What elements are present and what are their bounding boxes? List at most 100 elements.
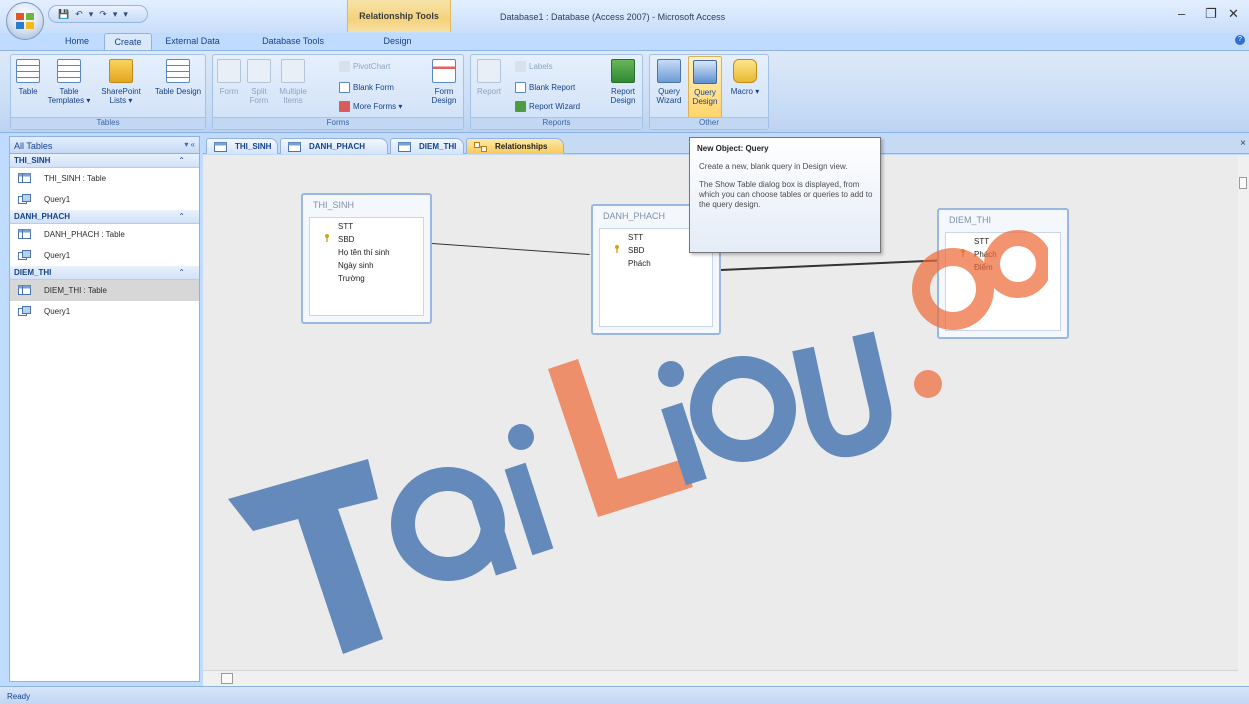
table-box-diem-thi[interactable]: DIEM_THI STT Phách Điểm (937, 208, 1069, 339)
minimize-icon[interactable]: – (1178, 6, 1185, 21)
blank-report-button[interactable]: Blank Report (515, 82, 575, 93)
scroll-thumb[interactable] (221, 673, 233, 684)
multiple-items-button[interactable]: Multiple Items (276, 59, 310, 105)
multiple-items-label: Multiple Items (279, 87, 307, 105)
report-icon (477, 59, 501, 83)
tab-home[interactable]: Home (56, 33, 98, 50)
nav-group-diem-thi[interactable]: DIEM_THI ⌃ (10, 266, 199, 280)
tab-create[interactable]: Create (104, 33, 152, 50)
field-stt[interactable]: STT (974, 237, 989, 246)
nav-item-thi-sinh-table[interactable]: THI_SINH : Table (10, 168, 199, 189)
query-wizard-button[interactable]: Query Wizard (653, 59, 685, 105)
field-phach[interactable]: Phách (974, 250, 997, 259)
close-icon[interactable]: ✕ (1228, 6, 1239, 22)
restore-icon[interactable]: ❐ (1205, 6, 1217, 22)
table-icon (18, 285, 31, 295)
field-sbd[interactable]: SBD (628, 246, 644, 255)
macro-button[interactable]: Macro ▾ (728, 59, 762, 96)
primary-key-icon (325, 234, 329, 242)
nav-group-danh-phach[interactable]: DANH_PHACH ⌃ (10, 210, 199, 224)
quick-access-toolbar: 💾 ↶ ▾ ↷ ▾ ▾ (48, 5, 148, 23)
field-stt[interactable]: STT (628, 233, 643, 242)
more-forms-label: More Forms ▾ (353, 102, 403, 111)
collapse-icon[interactable]: ⌃ (178, 156, 185, 165)
close-document-icon[interactable]: × (1240, 138, 1246, 149)
tab-design[interactable]: Design (370, 33, 425, 50)
pivotchart-button[interactable]: PivotChart (339, 61, 390, 72)
query-wizard-icon (657, 59, 681, 83)
labels-button[interactable]: Labels (515, 61, 553, 72)
collapse-icon[interactable]: ⌃ (178, 268, 185, 277)
doc-tab-label: Relationships (495, 142, 548, 151)
customize-qat-icon[interactable]: ▾ (123, 9, 128, 20)
blank-report-label: Blank Report (529, 83, 576, 92)
title-bar: 💾 ↶ ▾ ↷ ▾ ▾ Relationship Tools Database1… (0, 0, 1249, 40)
context-tools-label: Relationship Tools (359, 11, 439, 21)
blank-form-label: Blank Form (353, 83, 394, 92)
field-phach[interactable]: Phách (628, 259, 651, 268)
scroll-thumb[interactable] (1239, 177, 1247, 189)
field-sbd[interactable]: SBD (338, 235, 354, 244)
field-stt[interactable]: STT (338, 222, 353, 231)
form-button[interactable]: Form (216, 59, 242, 96)
tooltip-text-2: The Show Table dialog box is displayed, … (699, 180, 873, 209)
doc-tab-danh-phach[interactable]: DANH_PHACH (280, 138, 388, 154)
field-ho-ten-thi-sinh[interactable]: Họ tên thí sinh (338, 248, 390, 257)
form-design-button[interactable]: Form Design (428, 59, 460, 105)
nav-group-title: DANH_PHACH (14, 212, 71, 221)
nav-item-query1[interactable]: Query1 (10, 301, 199, 322)
table-box-thi-sinh[interactable]: THI_SINH STT SBD Họ tên thí sinh Ngày si… (301, 193, 432, 324)
redo-dropdown-icon[interactable]: ▾ (113, 9, 118, 20)
report-wizard-button[interactable]: Report Wizard (515, 101, 580, 112)
report-design-button[interactable]: Report Design (606, 59, 640, 105)
split-form-button[interactable]: Split Form (244, 59, 274, 105)
help-icon[interactable]: ? (1235, 35, 1245, 45)
navigation-pane: All Tables ▾ « THI_SINH ⌃ THI_SINH : Tab… (9, 136, 200, 682)
nav-item-query1[interactable]: Query1 (10, 189, 199, 210)
form-design-label: Form Design (431, 87, 457, 105)
collapse-icon[interactable]: ⌃ (178, 212, 185, 221)
form-icon (217, 59, 241, 83)
query-design-tooltip: New Object: Query Create a new, blank qu… (689, 137, 881, 253)
tab-database-tools[interactable]: Database Tools (254, 33, 332, 50)
redo-icon[interactable]: ↷ (99, 9, 107, 20)
doc-tab-relationships[interactable]: Relationships (466, 138, 564, 154)
office-button[interactable] (6, 2, 44, 40)
sharepoint-lists-button[interactable]: SharePoint Lists ▾ (97, 59, 145, 105)
nav-header-controls[interactable]: ▾ « (184, 140, 195, 149)
table-design-button[interactable]: Table Design (153, 59, 203, 96)
horizontal-scrollbar[interactable] (203, 670, 1238, 686)
field-list: STT Phách Điểm (945, 232, 1061, 331)
nav-item-danh-phach-table[interactable]: DANH_PHACH : Table (10, 224, 199, 245)
report-button[interactable]: Report (474, 59, 504, 96)
table-design-label: Table Design (154, 87, 202, 96)
field-diem[interactable]: Điểm (974, 263, 993, 272)
doc-tab-diem-thi[interactable]: DIEM_THI (390, 138, 464, 154)
nav-group-thi-sinh[interactable]: THI_SINH ⌃ (10, 154, 199, 168)
blank-form-icon (339, 82, 350, 93)
query-icon (18, 194, 31, 204)
more-forms-button[interactable]: More Forms ▾ (339, 101, 402, 112)
table-button[interactable]: Table (14, 59, 42, 96)
tab-external-data[interactable]: External Data (165, 33, 220, 50)
undo-dropdown-icon[interactable]: ▾ (89, 9, 94, 20)
table-templates-button[interactable]: Table Templates ▾ (47, 59, 91, 105)
ribbon: Table Table Templates ▾ SharePoint Lists… (0, 50, 1249, 133)
undo-icon[interactable]: ↶ (75, 9, 83, 20)
sharepoint-label: SharePoint Lists ▾ (101, 87, 141, 105)
table-icon (398, 142, 411, 152)
nav-header[interactable]: All Tables ▾ « (10, 137, 199, 154)
nav-item-diem-thi-table[interactable]: DIEM_THI : Table (10, 280, 199, 301)
doc-tab-thi-sinh[interactable]: THI_SINH (206, 138, 278, 154)
query-design-button[interactable]: Query Design (688, 56, 722, 118)
vertical-scrollbar[interactable] (1238, 155, 1249, 686)
report-label: Report (476, 87, 501, 96)
labels-icon (515, 61, 526, 72)
field-ngay-sinh[interactable]: Ngày sinh (338, 261, 374, 270)
blank-form-button[interactable]: Blank Form (339, 82, 394, 93)
window-title: Database1 : Database (Access 2007) - Mic… (500, 12, 726, 22)
save-icon[interactable]: 💾 (58, 9, 69, 20)
field-truong[interactable]: Trường (338, 274, 365, 283)
nav-item-query1[interactable]: Query1 (10, 245, 199, 266)
table-box-title: THI_SINH (313, 200, 355, 210)
